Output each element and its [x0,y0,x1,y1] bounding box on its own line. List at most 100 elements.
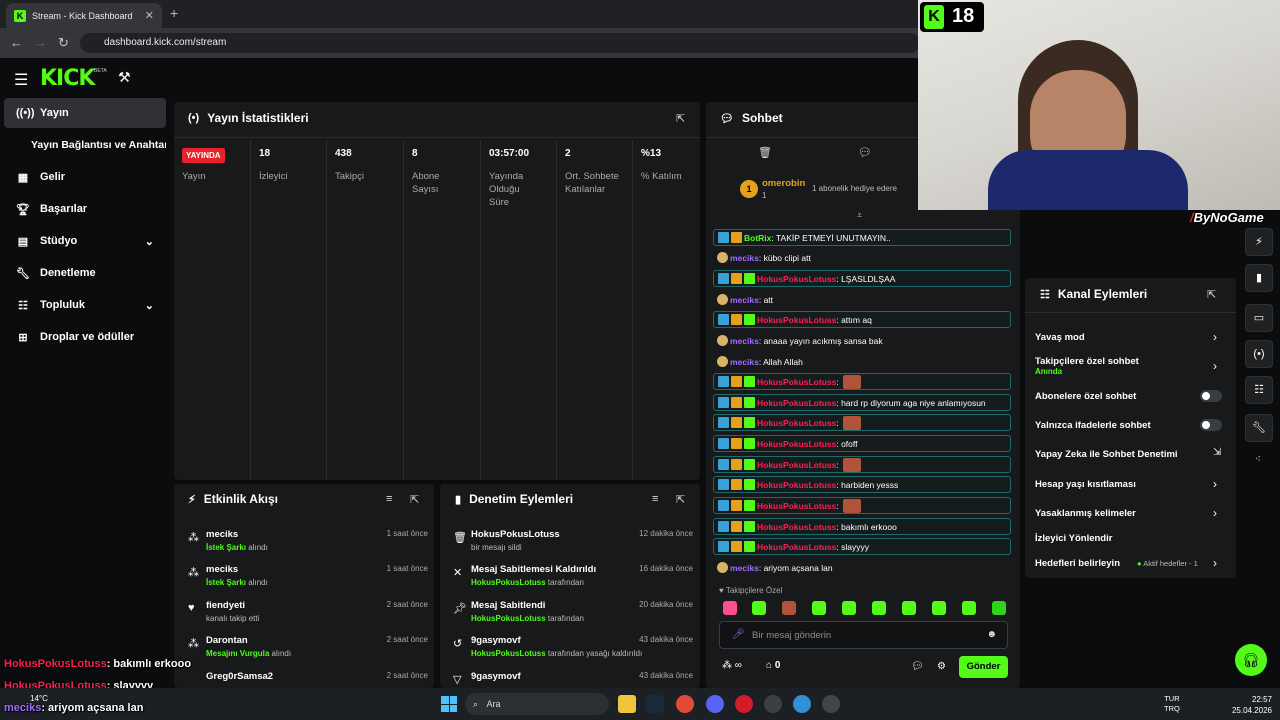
chat-message[interactable]: HokusPokusLotuss: ofoff [713,435,1011,452]
followers-only-chat-item[interactable]: Takipçilere özel sohbet Anında [1035,356,1139,376]
popout-icon[interactable]: ⇱ [676,493,685,506]
mic-icon[interactable]: 🎤︎ [732,629,745,640]
opera-icon[interactable] [735,695,753,713]
close-tab-icon[interactable]: ✕ [145,9,154,22]
chat-username[interactable]: meciks [730,253,759,263]
banned-words-item[interactable]: Yasaklanmış kelimeler [1035,508,1136,519]
filter-icon[interactable]: ≡ [652,493,658,505]
gift-counter[interactable]: ⌂ 0 [766,660,780,671]
chat-message[interactable]: HokusPokusLotuss: [713,497,1011,514]
slow-mode-item[interactable]: Yavaş mod [1035,332,1085,343]
chat-username[interactable]: HokusPokusLotuss [757,418,836,428]
clock[interactable]: 22:57 25.04.2026 [1226,694,1272,716]
chat-message[interactable]: HokusPokusLotuss: attım aq [713,311,1011,328]
chat-message[interactable]: meciks: anaaa yayın acıkmış sansa bak [713,332,1011,349]
new-tab-button[interactable]: + [170,5,178,21]
popout-icon[interactable]: ⇱ [1207,288,1216,301]
emoji-icon[interactable]: ☻ [986,629,997,640]
chat-username[interactable]: HokusPokusLotuss [757,398,836,408]
kick-logo[interactable]: KICK [40,66,95,91]
chat-username[interactable]: meciks [730,357,759,367]
chat-message[interactable]: meciks: kübo clipi att [713,249,1011,266]
send-button[interactable]: Gönder [959,656,1008,678]
windows-start-icon[interactable] [441,696,457,712]
trash-icon[interactable]: 🗑︎ [758,146,772,159]
sidebar-item-topluluk[interactable]: ☷ Topluluk ⌄ [4,290,166,320]
file-explorer-icon[interactable] [618,695,636,713]
broadcast-icon[interactable]: (•) [1245,340,1273,368]
chat-message[interactable]: HokusPokusLotuss: [713,373,1011,390]
taskbar-search[interactable]: ⌕ Ara [465,693,609,715]
lightning-icon[interactable]: ⚡︎ [1245,228,1273,256]
subscribers-only-chat-item[interactable]: Abonelere özel sohbet [1035,391,1136,402]
popout-icon[interactable]: ⇱ [410,493,419,506]
chat-message[interactable]: meciks: att [713,291,1011,308]
steam-icon[interactable] [646,695,664,713]
emote-button[interactable] [932,601,946,615]
sidebar-item-yayin[interactable]: ((•)) Yayın [4,98,166,128]
emotes-only-toggle[interactable] [1200,419,1222,431]
emote-button[interactable] [902,601,916,615]
chat-username[interactable]: HokusPokusLotuss [757,522,836,532]
edge-icon[interactable] [793,695,811,713]
sidebar-item-basarilar[interactable]: 🏆︎ Başarılar [4,194,166,224]
gear-icon[interactable]: ⚙ [937,661,946,672]
chat-username[interactable]: HokusPokusLotuss [757,377,836,387]
chat-username[interactable]: HokusPokusLotuss [757,315,836,325]
chat-message[interactable]: meciks: ariyom açsana lan [713,559,1011,576]
forward-icon[interactable]: → [34,35,47,50]
url-field[interactable]: dashboard.kick.com/stream [80,33,920,53]
chat-username[interactable]: HokusPokusLotuss [757,439,836,449]
browser-tab[interactable]: K Stream - Kick Dashboard ✕ [6,3,162,28]
popout-icon[interactable]: ⇱ [676,112,685,125]
emote-button[interactable] [812,601,826,615]
chat-username[interactable]: HokusPokusLotuss [757,480,836,490]
chat-username[interactable]: meciks [730,563,759,573]
media-icon[interactable] [822,695,840,713]
more-icon[interactable]: ⁖ [1255,454,1261,465]
chat-message[interactable]: HokusPokusLotuss: [713,414,1011,431]
emote-button[interactable] [723,601,737,615]
back-icon[interactable]: ← [10,35,23,50]
sidebar-item-stream-key[interactable]: Yayın Bağlantısı ve Anahtarı [4,130,166,160]
chat-settings-bubble-icon[interactable]: 💬︎ [911,661,924,672]
chat-message[interactable]: BotRix: TAKİP ETMEYİ UNUTMAYIN.. [713,229,1011,246]
sidebar-item-studyo[interactable]: ▤ Stüdyo ⌄ [4,226,166,256]
chat-message[interactable]: HokusPokusLotuss: hard rp diyorum aga ni… [713,394,1011,411]
chat-message[interactable]: HokusPokusLotuss: [713,456,1011,473]
chat-username[interactable]: HokusPokusLotuss [757,501,836,511]
sliders-icon[interactable]: ☷ [1245,376,1273,404]
menu-icon[interactable]: ☰ [14,70,28,90]
emotes-only-chat-item[interactable]: Yalnızca ifadelerle sohbet [1035,420,1151,431]
sidebar-item-droplar[interactable]: ⊞ Droplar ve ödüller [4,322,166,352]
raid-item[interactable]: İzleyici Yönlendir [1035,533,1112,544]
app-icon[interactable] [764,695,782,713]
wrench-icon[interactable]: 🔧︎ [1245,414,1273,442]
document-icon[interactable]: ▮ [1245,264,1273,292]
chat-input[interactable]: 🎤︎ Bir mesaj gönderin ☻ [719,621,1008,649]
chat-message[interactable]: HokusPokusLotuss: harbiden yesss [713,476,1011,493]
scroll-down-icon[interactable]: ⩡ [857,210,862,221]
chat-message[interactable]: HokusPokusLotuss: bakımlı erkooo [713,518,1011,535]
sidebar-item-gelir[interactable]: ▦ Gelir [4,162,166,192]
chat-bubble-icon[interactable]: 💬︎ [858,146,872,159]
viewer-list-icon[interactable]: ⁂ ∞ [722,660,742,671]
chrome-icon[interactable] [676,695,694,713]
language-indicator[interactable]: TUR TRQ [1164,694,1180,714]
filter-icon[interactable]: ≡ [386,493,392,505]
emote-button[interactable] [992,601,1006,615]
chat-username[interactable]: BotRix [744,233,771,243]
subscribers-only-toggle[interactable] [1200,390,1222,402]
emote-button[interactable] [872,601,886,615]
chat-message[interactable]: HokusPokusLotuss: LŞASLDLŞAA [713,270,1011,287]
emote-button[interactable] [842,601,856,615]
tools-icon[interactable]: ⚒ [118,69,131,86]
emote-button[interactable] [752,601,766,615]
chat-username[interactable]: HokusPokusLotuss [757,542,836,552]
pinned-user[interactable]: omerobin [762,178,805,189]
emote-button[interactable] [962,601,976,615]
chat-icon[interactable]: ▭ [1245,304,1273,332]
chat-username[interactable]: HokusPokusLotuss [757,460,836,470]
chat-message[interactable]: HokusPokusLotuss: slayyyy [713,538,1011,555]
chat-message[interactable]: meciks: Allah Allah [713,353,1011,370]
